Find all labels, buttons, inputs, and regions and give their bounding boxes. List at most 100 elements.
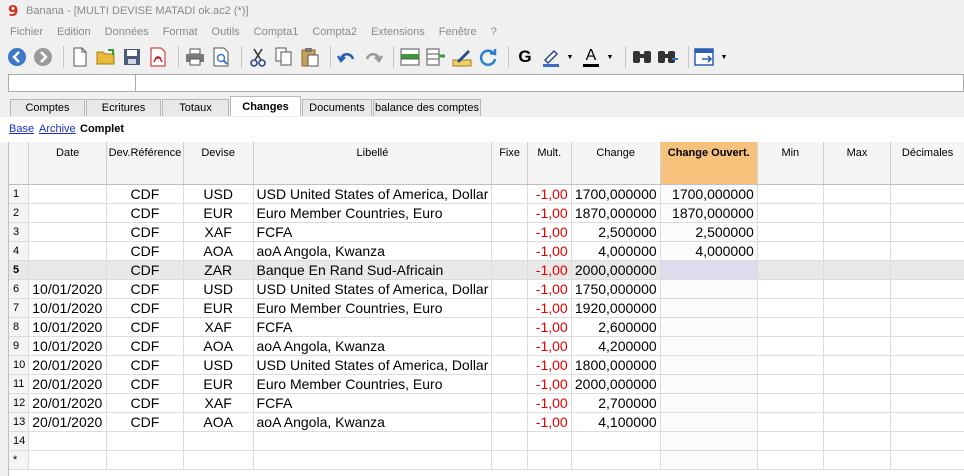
cell-change[interactable]: 1700,000000 (571, 184, 661, 204)
cell-fixe[interactable] (491, 241, 528, 261)
menu-extensions[interactable]: Extensions (371, 26, 425, 38)
cell-date[interactable]: 10/01/2020 (28, 336, 108, 356)
cell-devise[interactable]: EUR (183, 298, 254, 318)
cell-max[interactable] (823, 203, 892, 223)
menu-outils[interactable]: Outils (212, 26, 240, 38)
column-header-devise[interactable]: Devise (183, 142, 254, 185)
cell-libelle[interactable]: Euro Member Countries, Euro (253, 203, 493, 223)
row-number[interactable]: * (9, 450, 30, 470)
table-row[interactable]: * (9, 450, 964, 470)
cell-devise[interactable] (183, 450, 254, 470)
tab-totaux[interactable]: Totaux (162, 99, 229, 116)
menu-help[interactable]: ? (491, 26, 497, 38)
cell-change-ouvert[interactable]: 2,500000 (660, 222, 758, 242)
cell-change[interactable]: 1750,000000 (571, 279, 661, 299)
forward-icon[interactable] (32, 46, 54, 68)
cell-date[interactable] (28, 450, 108, 470)
cell-fixe[interactable] (491, 260, 528, 280)
cell-change-ouvert[interactable] (660, 336, 758, 356)
open-folder-icon[interactable] (95, 46, 117, 68)
cell-date[interactable]: 20/01/2020 (28, 355, 108, 375)
cell-date[interactable]: 10/01/2020 (28, 298, 108, 318)
table-row[interactable]: 4 CDF AOA aoA Angola, Kwanza -1,00 4,000000 4,… (9, 241, 964, 261)
table-row[interactable]: 6 10/01/2020 CDF USD USD United States of Am… (9, 279, 964, 299)
cell-change[interactable]: 2000,000000 (571, 260, 661, 280)
cell-change-ouvert[interactable] (660, 393, 758, 413)
cell-decimales[interactable] (890, 184, 964, 204)
cell-mult[interactable]: -1,00 (527, 241, 572, 261)
cell-dev-reference[interactable]: CDF (106, 374, 184, 394)
cell-fixe[interactable] (491, 184, 528, 204)
cell-dev-reference[interactable]: CDF (106, 336, 184, 356)
cell-min[interactable] (757, 222, 824, 242)
cell-devise[interactable] (183, 431, 254, 451)
pdf-icon[interactable] (147, 46, 169, 68)
cell-mult[interactable]: -1,00 (527, 374, 572, 394)
cell-min[interactable] (757, 393, 824, 413)
cell-dev-reference[interactable]: CDF (106, 279, 184, 299)
cell-max[interactable] (823, 450, 892, 470)
column-header-decimales[interactable]: Décimales (890, 142, 964, 185)
cell-mult[interactable]: -1,00 (527, 412, 572, 432)
cell-max[interactable] (823, 184, 892, 204)
table-row[interactable]: 11 20/01/2020 CDF EUR Euro Member Countries,… (9, 374, 964, 394)
cell-date[interactable]: 20/01/2020 (28, 393, 108, 413)
row-number[interactable]: 11 (9, 374, 30, 394)
row-number[interactable]: 14 (9, 431, 30, 451)
cell-libelle[interactable]: USD United States of America, Dollar (253, 184, 493, 204)
find-icon[interactable] (631, 46, 653, 68)
cell-max[interactable] (823, 279, 892, 299)
cell-fixe[interactable] (491, 412, 528, 432)
cell-min[interactable] (757, 336, 824, 356)
cell-decimales[interactable] (890, 279, 964, 299)
undo-icon[interactable] (336, 46, 358, 68)
tab-balance-des-comptes[interactable]: balance des comptes (373, 99, 481, 116)
cell-reference-field[interactable] (9, 75, 136, 91)
cell-min[interactable] (757, 260, 824, 280)
text-color-icon[interactable]: A (580, 46, 602, 68)
cell-mult[interactable]: -1,00 (527, 203, 572, 223)
cell-fixe[interactable] (491, 203, 528, 223)
cell-mult[interactable]: -1,00 (527, 298, 572, 318)
cell-min[interactable] (757, 241, 824, 261)
cell-change-ouvert[interactable] (660, 298, 758, 318)
cell-date[interactable] (28, 203, 108, 223)
cell-libelle[interactable]: FCFA (253, 393, 493, 413)
cell-mult[interactable]: -1,00 (527, 355, 572, 375)
cell-dev-reference[interactable]: CDF (106, 260, 184, 280)
cell-devise[interactable]: EUR (183, 203, 254, 223)
table-row[interactable]: 9 10/01/2020 CDF AOA aoA Angola, Kwanza -1,00… (9, 336, 964, 356)
cell-change[interactable]: 1920,000000 (571, 298, 661, 318)
tab-comptes[interactable]: Comptes (10, 99, 85, 116)
cell-max[interactable] (823, 317, 892, 337)
cell-min[interactable] (757, 355, 824, 375)
cell-dev-reference[interactable]: CDF (106, 203, 184, 223)
column-header-change-ouvert[interactable]: Change Ouvert. (660, 142, 758, 185)
copy-icon[interactable] (273, 46, 295, 68)
tab-documents[interactable]: Documents (302, 99, 372, 116)
cell-mult[interactable]: -1,00 (527, 393, 572, 413)
table-row[interactable]: 12 20/01/2020 CDF XAF FCFA -1,00 2,700000 (9, 393, 964, 413)
paste-icon[interactable] (299, 46, 321, 68)
cell-max[interactable] (823, 393, 892, 413)
cell-max[interactable] (823, 355, 892, 375)
cell-input-bar[interactable] (8, 74, 964, 92)
cell-change[interactable]: 2000,000000 (571, 374, 661, 394)
row-number[interactable]: 4 (9, 241, 30, 261)
edit-icon[interactable] (451, 46, 473, 68)
cell-min[interactable] (757, 184, 824, 204)
print-icon[interactable] (184, 46, 206, 68)
cell-change[interactable]: 2,600000 (571, 317, 661, 337)
cell-change-ouvert[interactable] (660, 260, 758, 280)
cell-libelle[interactable]: aoA Angola, Kwanza (253, 241, 493, 261)
row-number[interactable]: 1 (9, 184, 30, 204)
print-preview-icon[interactable] (210, 46, 232, 68)
cell-dev-reference[interactable] (106, 450, 184, 470)
chevron-down-icon[interactable]: ▼ (606, 46, 614, 68)
column-header-mult[interactable]: Mult. (527, 142, 572, 185)
cell-fixe[interactable] (491, 317, 528, 337)
redo-icon[interactable] (362, 46, 384, 68)
cell-date[interactable] (28, 260, 108, 280)
cell-fixe[interactable] (491, 279, 528, 299)
row-number[interactable]: 7 (9, 298, 30, 318)
